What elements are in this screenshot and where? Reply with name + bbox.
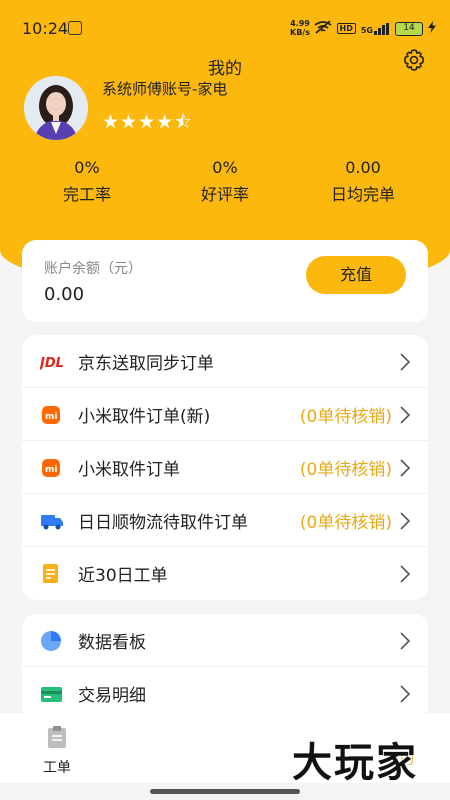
- pending-count: (0单待核销): [299, 513, 392, 533]
- balance-label: 账户余额（元）: [44, 261, 142, 277]
- settings-gear-icon[interactable]: [402, 48, 426, 72]
- charging-icon: [428, 21, 436, 36]
- chevron-right-icon: [400, 353, 411, 371]
- data-menu: 数据看板 交易明细: [22, 614, 428, 720]
- chevron-right-icon: [400, 565, 411, 583]
- clipboard-icon: [46, 726, 68, 753]
- pending-count: (0单待核销): [299, 407, 392, 427]
- svg-text:mi: mi: [45, 412, 57, 422]
- order-menu: JDL 京东送取同步订单 mi 小米取件订单(新) (0单待核销) mi 小米取…: [22, 335, 428, 600]
- truck-icon: [40, 510, 63, 532]
- menu-item-xiaomi-new[interactable]: mi 小米取件订单(新) (0单待核销): [22, 388, 428, 441]
- xiaomi-icon: mi: [40, 457, 62, 479]
- chevron-right-icon: [400, 685, 411, 703]
- svg-text:JDL: JDL: [40, 356, 64, 371]
- account-name: 系统师傅账号-家电: [102, 80, 228, 98]
- avatar[interactable]: [24, 76, 88, 140]
- chevron-right-icon: [400, 459, 411, 477]
- chevron-right-icon: [400, 406, 411, 424]
- status-time: 10:24: [22, 19, 69, 38]
- balance-card: 账户余额（元） 0.00 充值: [22, 240, 428, 322]
- menu-item-xiaomi[interactable]: mi 小米取件订单 (0单待核销): [22, 441, 428, 494]
- battery-icon: 14: [395, 21, 423, 36]
- rating-stars: ★★★★⯪: [102, 111, 194, 133]
- hd-icon: HD: [336, 23, 356, 34]
- chevron-right-icon: [400, 632, 411, 650]
- menu-item-jdl-orders[interactable]: JDL 京东送取同步订单: [22, 335, 428, 388]
- xiaomi-icon: mi: [40, 404, 62, 426]
- app-notification-icon: [68, 21, 82, 35]
- card-icon: [40, 683, 62, 705]
- chevron-right-icon: [400, 512, 411, 530]
- status-icons: HD 5G 14: [314, 20, 436, 37]
- watermark-logo: 大玩家: [292, 740, 418, 786]
- home-indicator: [150, 789, 300, 794]
- stat-positive-rate: 0% 好评率: [200, 158, 249, 204]
- menu-item-30day-orders[interactable]: 近30日工单: [22, 547, 428, 600]
- wifi-off-icon: [314, 20, 332, 37]
- stat-daily-avg: 0.00 日均完单: [330, 158, 395, 204]
- stat-completion-rate: 0% 完工率: [62, 158, 111, 204]
- status-bar: 10:24 4.99 KB/s HD 5G 14: [0, 0, 450, 40]
- pending-count: (0单待核销): [299, 460, 392, 480]
- page-title: 我的: [208, 59, 242, 79]
- network-speed: 4.99 KB/s: [290, 19, 310, 37]
- document-icon: [40, 563, 62, 585]
- pie-chart-icon: [40, 630, 62, 652]
- menu-item-rrs-logistics[interactable]: 日日顺物流待取件订单 (0单待核销): [22, 494, 428, 547]
- jdl-icon: JDL: [37, 351, 64, 373]
- menu-item-dashboard[interactable]: 数据看板: [22, 614, 428, 667]
- signal-icon: 5G: [361, 22, 390, 35]
- svg-text:mi: mi: [45, 465, 57, 475]
- tab-work-orders[interactable]: 工单: [35, 725, 79, 777]
- balance-value: 0.00: [44, 284, 85, 305]
- recharge-button[interactable]: 充值: [306, 256, 406, 294]
